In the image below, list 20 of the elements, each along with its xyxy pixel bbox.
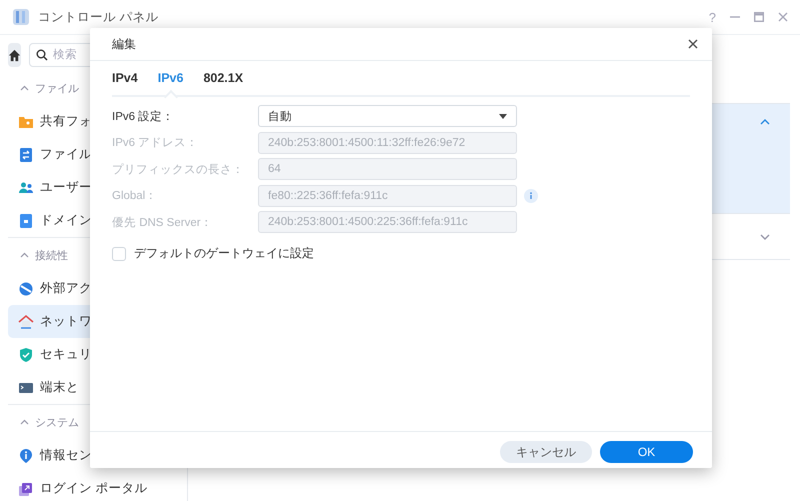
item-label: 端末と [40,379,79,396]
section-title: 接続性 [35,248,68,262]
item-label: ネットワ [40,313,92,330]
section-title: システム [35,416,79,430]
section-title: ファイル [35,82,79,96]
field-label: Global： [112,189,158,203]
field-label: IPv6 設定： [112,110,176,124]
item-label: ログイン ポータル [40,480,148,497]
dialog-title: 編集 [112,36,136,52]
field-label: 優先 DNS Server： [112,216,214,230]
window-title: コントロール パネル [38,8,158,26]
checkbox-label: デフォルトのゲートウェイに設定 [134,245,314,262]
item-label: ユーザー [40,179,92,196]
item-label: 共有フォ [40,113,92,130]
item-label: セキュリ [40,346,92,363]
field-label: プリフィックスの長さ： [112,162,245,176]
item-label: 外部アク [40,280,92,297]
item-label: ドメイン [40,212,92,229]
field-label: IPv6 アドレス： [112,136,200,150]
item-label: 情報セン [40,447,92,464]
